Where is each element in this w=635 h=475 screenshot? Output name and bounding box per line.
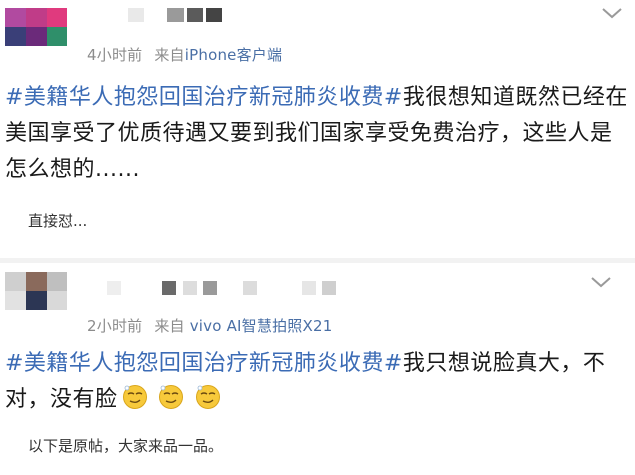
comment-reply: 直接怼... [28,212,88,230]
post-meta: 4小时前 来自iPhone客户端 [87,44,282,65]
source-device[interactable]: vivo AI智慧拍照X21 [190,317,333,335]
feed-post: 4小时前 来自iPhone客户端 #美籍华人抱怨回国治疗新冠肺炎收费#我很想知道既… [0,0,635,258]
hashtag-link[interactable]: #美籍华人抱怨回国治疗新冠肺炎收费# [5,351,403,376]
smirk-emoji-icon [159,385,184,409]
post-time: 2小时前 [87,317,143,335]
avatar[interactable] [5,8,67,46]
post-meta: 2小时前 来自 vivo AI智慧拍照X21 [87,315,332,336]
source-device[interactable]: iPhone客户端 [185,46,282,64]
post-content: #美籍华人抱怨回国治疗新冠肺炎收费#我很想知道既然已经在美国享受了优质待遇又要到… [5,80,630,188]
feed-post: 2小时前 来自 vivo AI智慧拍照X21 #美籍华人抱怨回国治疗新冠肺炎收费#… [0,263,635,475]
post-time: 4小时前 [87,46,143,64]
post-content: #美籍华人抱怨回国治疗新冠肺炎收费#我只想说脸真大，不对，没有脸 [5,346,630,418]
smirk-emoji-icon [195,385,220,409]
chevron-down-icon[interactable] [601,6,623,20]
emoji-group [122,382,224,418]
hashtag-link[interactable]: #美籍华人抱怨回国治疗新冠肺炎收费# [5,85,403,110]
avatar[interactable] [5,272,67,310]
source-label: 来自 [154,46,185,64]
smirk-emoji-icon [122,385,147,409]
chevron-down-icon[interactable] [590,275,612,289]
source-label: 来自 [154,317,185,335]
comment-reply: 以下是原帖，大家来品一品。 [28,437,224,455]
